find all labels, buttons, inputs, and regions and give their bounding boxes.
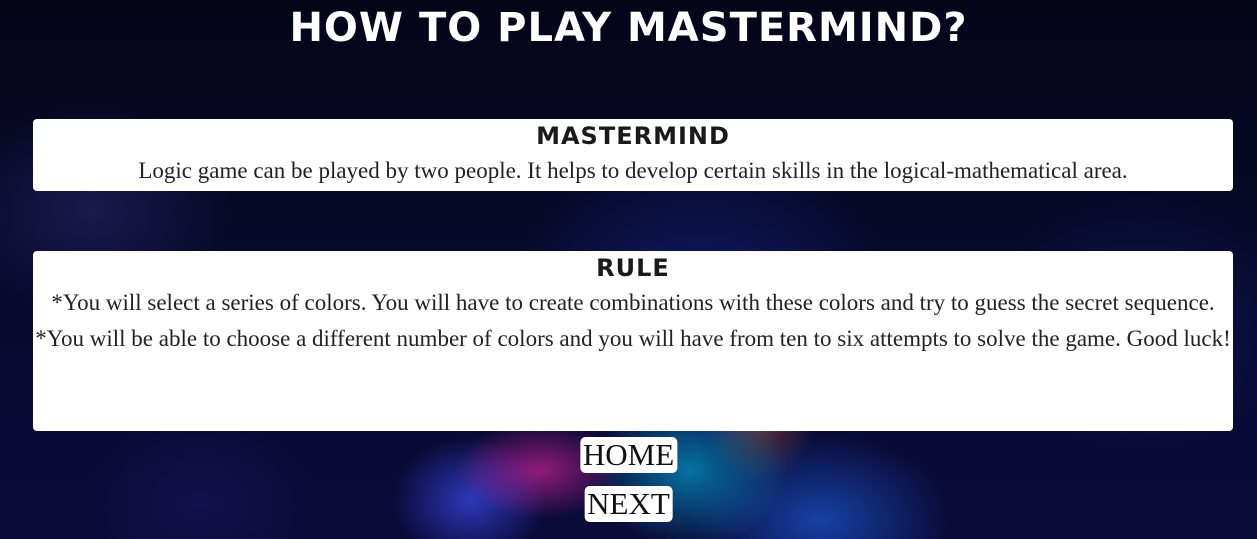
rule-item: *You will select a series of colors. You… [51, 290, 1215, 315]
rules-card: RULE *You will select a series of colors… [33, 251, 1233, 431]
rules-heading: RULE [596, 254, 670, 282]
page-title: HOW TO PLAY MASTERMIND? [289, 5, 968, 51]
home-button[interactable]: HOME [579, 437, 678, 473]
rule-item: *You will be able to choose a different … [35, 326, 1231, 351]
mastermind-description: Logic game can be played by two people. … [138, 158, 1128, 183]
mastermind-heading: MASTERMIND [536, 122, 730, 150]
mastermind-info-card: MASTERMIND Logic game can be played by t… [33, 119, 1233, 191]
next-button[interactable]: NEXT [584, 486, 673, 522]
